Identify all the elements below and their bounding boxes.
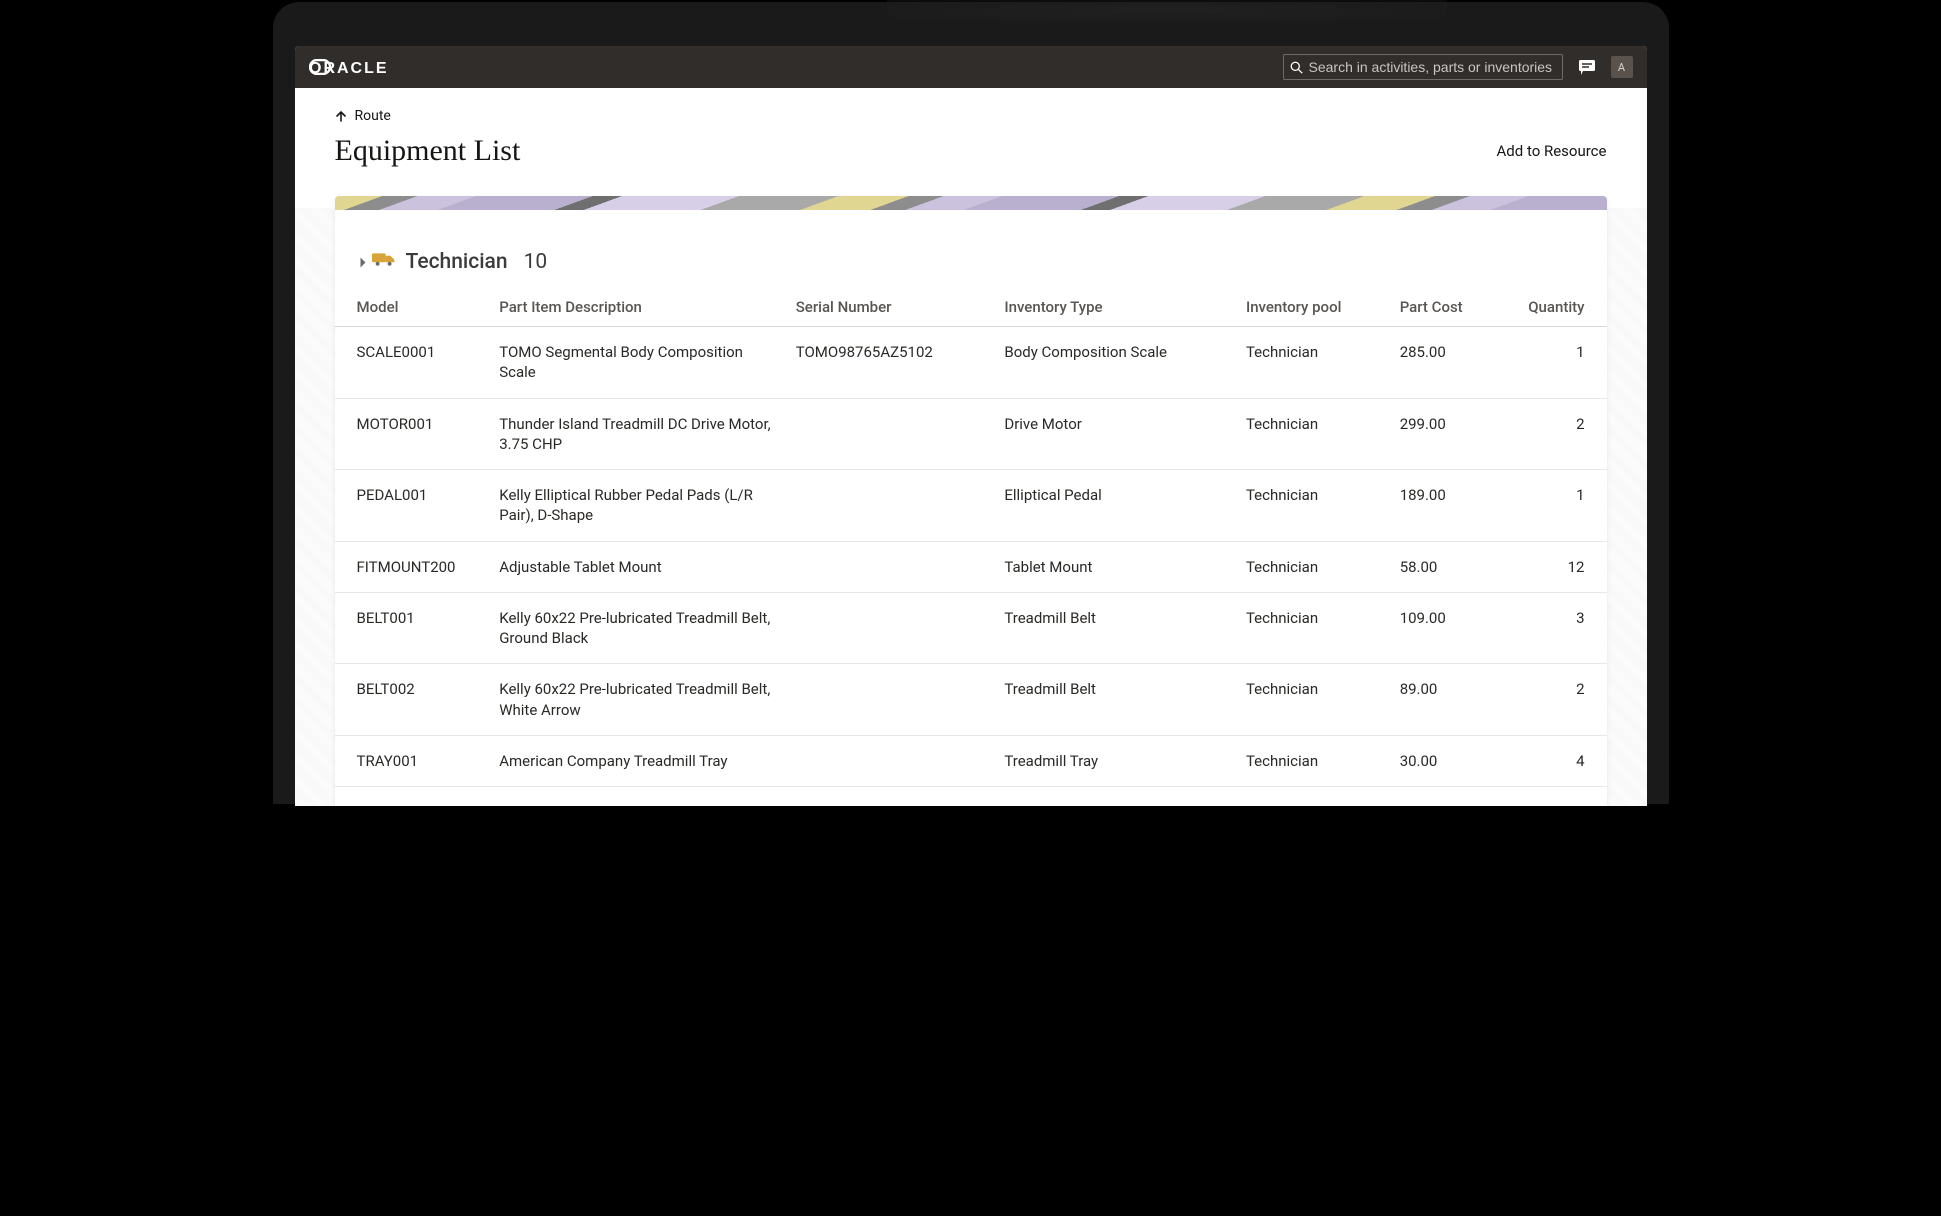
td-model: BELT001 bbox=[335, 592, 500, 664]
td-cost: 30.00 bbox=[1400, 735, 1521, 786]
td-model: HEADSET001 bbox=[335, 787, 500, 807]
td-desc: Kelly Elliptical Rubber Pedal Pads (L/R … bbox=[499, 470, 796, 542]
table-row[interactable]: BELT001Kelly 60x22 Pre-lubricated Treadm… bbox=[335, 592, 1607, 664]
decorative-band bbox=[335, 196, 1607, 210]
td-desc: VR Headset, 4.7-6.53in Screen, Fabric St… bbox=[499, 787, 796, 807]
search-input[interactable] bbox=[1309, 59, 1556, 75]
table-row[interactable]: FITMOUNT200Adjustable Tablet Mount Tablet… bbox=[335, 541, 1607, 592]
td-pool: Technician bbox=[1246, 327, 1400, 399]
td-serial bbox=[796, 398, 1005, 470]
svg-text:ORACLE: ORACLE bbox=[309, 60, 389, 75]
page-title: Equipment List bbox=[335, 134, 521, 168]
table-row[interactable]: PEDAL001Kelly Elliptical Rubber Pedal Pa… bbox=[335, 470, 1607, 542]
td-pool: Technician bbox=[1246, 470, 1400, 542]
td-desc: Adjustable Tablet Mount bbox=[499, 541, 796, 592]
table-row[interactable]: TRAY001American Company Treadmill Tray Tr… bbox=[335, 735, 1607, 786]
td-qty: 1 bbox=[1520, 327, 1606, 399]
td-itype: Elliptical Pedal bbox=[1004, 470, 1246, 542]
device-notch bbox=[887, 0, 1447, 22]
td-qty: 2 bbox=[1520, 398, 1606, 470]
td-model: PEDAL001 bbox=[335, 470, 500, 542]
group-header[interactable]: Technician 10 bbox=[335, 210, 1607, 288]
td-model: BELT002 bbox=[335, 664, 500, 736]
equipment-table: Model Part Item Description Serial Numbe… bbox=[335, 288, 1607, 806]
td-qty: 4 bbox=[1520, 735, 1606, 786]
equipment-card: Technician 10 Model Part Item Descriptio… bbox=[335, 196, 1607, 806]
td-pool: Technician bbox=[1246, 735, 1400, 786]
td-serial bbox=[796, 787, 1005, 807]
th-itype[interactable]: Inventory Type bbox=[1004, 288, 1246, 327]
td-serial bbox=[796, 592, 1005, 664]
th-cost[interactable]: Part Cost bbox=[1400, 288, 1521, 327]
table-row[interactable]: HEADSET001VR Headset, 4.7-6.53in Screen,… bbox=[335, 787, 1607, 807]
table-row[interactable]: SCALE0001TOMO Segmental Body Composition… bbox=[335, 327, 1607, 399]
th-serial[interactable]: Serial Number bbox=[796, 288, 1005, 327]
table-header-row: Model Part Item Description Serial Numbe… bbox=[335, 288, 1607, 327]
td-cost: 189.00 bbox=[1400, 470, 1521, 542]
td-itype: Tablet Mount bbox=[1004, 541, 1246, 592]
td-cost: 109.00 bbox=[1400, 592, 1521, 664]
td-itype: VR Headset bbox=[1004, 787, 1246, 807]
group-name: Technician bbox=[406, 250, 508, 274]
td-qty: 3 bbox=[1520, 787, 1606, 807]
td-cost: 285.00 bbox=[1400, 327, 1521, 399]
td-cost: 58.00 bbox=[1400, 541, 1521, 592]
table-row[interactable]: BELT002Kelly 60x22 Pre-lubricated Treadm… bbox=[335, 664, 1607, 736]
td-pool: Technician bbox=[1246, 592, 1400, 664]
breadcrumb-label: Route bbox=[355, 108, 391, 124]
td-pool: Technician bbox=[1246, 664, 1400, 736]
td-itype: Treadmill Tray bbox=[1004, 735, 1246, 786]
td-serial bbox=[796, 664, 1005, 736]
messages-icon[interactable] bbox=[1575, 55, 1599, 79]
td-itype: Treadmill Belt bbox=[1004, 664, 1246, 736]
th-desc[interactable]: Part Item Description bbox=[499, 288, 796, 327]
td-serial: TOMO98765AZ5102 bbox=[796, 327, 1005, 399]
device-frame: ORACLE A Route Equipment L bbox=[271, 0, 1671, 806]
search-icon bbox=[1290, 61, 1303, 74]
td-pool: Technician bbox=[1246, 541, 1400, 592]
group-count: 10 bbox=[524, 250, 548, 274]
screen: ORACLE A Route Equipment L bbox=[295, 46, 1647, 806]
td-serial bbox=[796, 735, 1005, 786]
td-desc: American Company Treadmill Tray bbox=[499, 735, 796, 786]
td-qty: 2 bbox=[1520, 664, 1606, 736]
td-desc: TOMO Segmental Body Composition Scale bbox=[499, 327, 796, 399]
table-row[interactable]: MOTOR001Thunder Island Treadmill DC Driv… bbox=[335, 398, 1607, 470]
td-qty: 3 bbox=[1520, 592, 1606, 664]
search-box[interactable] bbox=[1283, 54, 1563, 80]
td-pool: Technician bbox=[1246, 787, 1400, 807]
td-model: TRAY001 bbox=[335, 735, 500, 786]
td-model: MOTOR001 bbox=[335, 398, 500, 470]
avatar[interactable]: A bbox=[1611, 56, 1633, 78]
add-to-resource-button[interactable]: Add to Resource bbox=[1497, 142, 1607, 160]
td-qty: 1 bbox=[1520, 470, 1606, 542]
breadcrumb[interactable]: Route bbox=[295, 88, 1647, 124]
td-desc: Thunder Island Treadmill DC Drive Motor,… bbox=[499, 398, 796, 470]
td-pool: Technician bbox=[1246, 398, 1400, 470]
page: Route Equipment List Add to Resource Tec… bbox=[295, 88, 1647, 806]
topbar: ORACLE A bbox=[295, 46, 1647, 88]
td-itype: Body Composition Scale bbox=[1004, 327, 1246, 399]
td-itype: Drive Motor bbox=[1004, 398, 1246, 470]
oracle-logo[interactable]: ORACLE bbox=[309, 59, 429, 75]
up-arrow-icon bbox=[335, 110, 347, 122]
title-row: Equipment List Add to Resource bbox=[295, 124, 1647, 196]
td-qty: 12 bbox=[1520, 541, 1606, 592]
td-cost: 329.00 bbox=[1400, 787, 1521, 807]
chevron-down-icon bbox=[355, 257, 365, 267]
td-serial bbox=[796, 541, 1005, 592]
th-qty[interactable]: Quantity bbox=[1520, 288, 1606, 327]
th-model[interactable]: Model bbox=[335, 288, 500, 327]
td-model: FITMOUNT200 bbox=[335, 541, 500, 592]
truck-icon bbox=[372, 250, 396, 274]
td-desc: Kelly 60x22 Pre-lubricated Treadmill Bel… bbox=[499, 592, 796, 664]
td-cost: 89.00 bbox=[1400, 664, 1521, 736]
th-pool[interactable]: Inventory pool bbox=[1246, 288, 1400, 327]
td-desc: Kelly 60x22 Pre-lubricated Treadmill Bel… bbox=[499, 664, 796, 736]
td-model: SCALE0001 bbox=[335, 327, 500, 399]
td-itype: Treadmill Belt bbox=[1004, 592, 1246, 664]
td-cost: 299.00 bbox=[1400, 398, 1521, 470]
td-serial bbox=[796, 470, 1005, 542]
